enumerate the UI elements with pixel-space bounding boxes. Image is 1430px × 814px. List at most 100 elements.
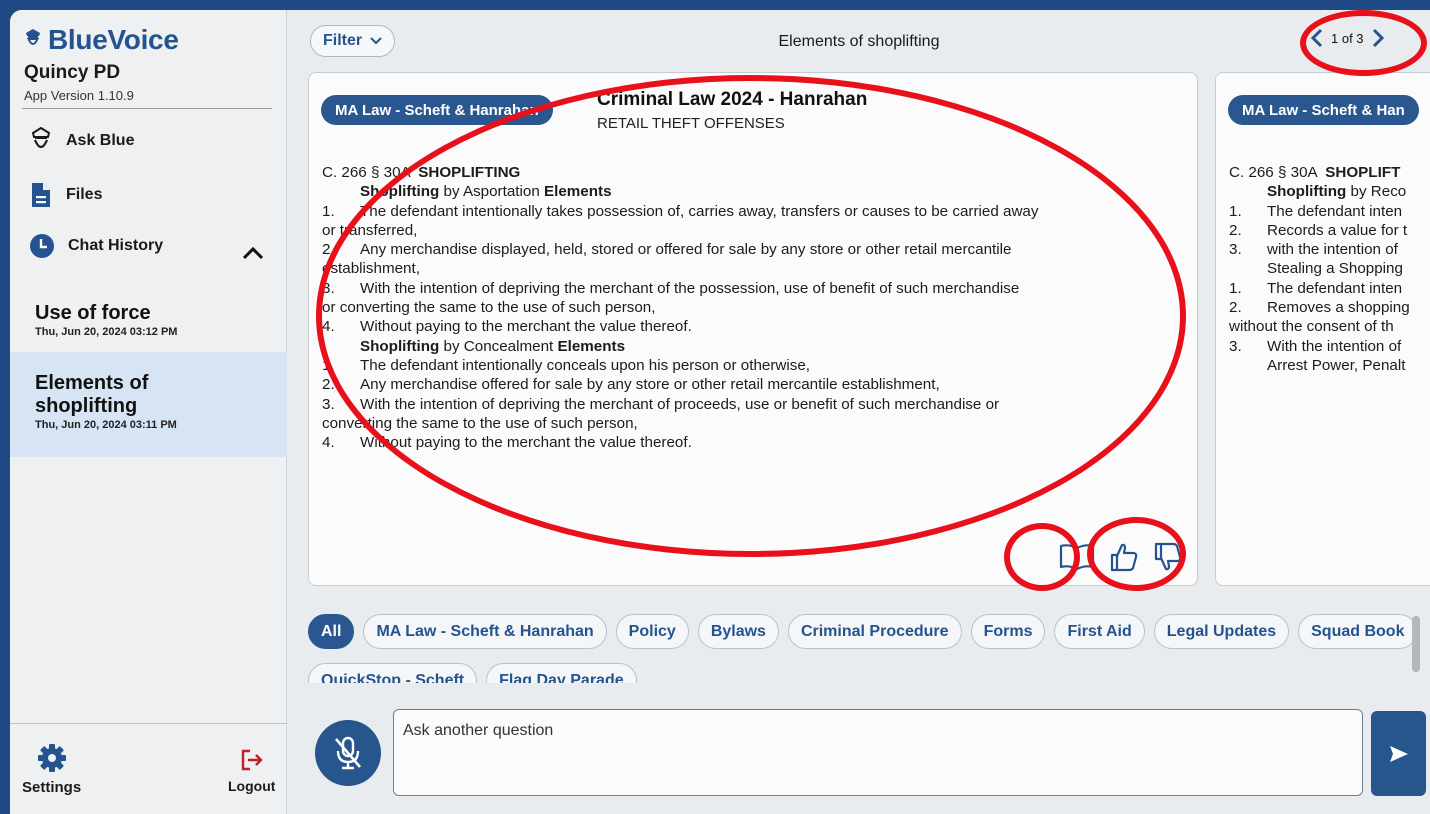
logout-button[interactable]: Logout xyxy=(228,748,275,794)
text-line: 1. The defendant intentionally conceals u… xyxy=(322,356,1192,375)
list-number: 3. xyxy=(1229,241,1242,259)
card-text: C. 266 § 30A SHOPLIFT Shoplifting by Reco… xyxy=(1229,163,1430,375)
thumbs-down-icon[interactable] xyxy=(1153,541,1183,573)
category-chip[interactable]: Legal Updates xyxy=(1153,614,1290,649)
category-chip[interactable]: All xyxy=(308,614,355,649)
list-text: With the intention of depriving the merc… xyxy=(360,279,1020,297)
bold-text: Shoplifting xyxy=(1267,183,1347,201)
category-chip[interactable]: Policy xyxy=(615,614,689,649)
text-line: 4. Without paying to the merchant the val… xyxy=(322,317,1192,336)
text-line: or transferred, xyxy=(322,221,1192,240)
list-text: The defendant inten xyxy=(1267,202,1403,220)
text-line: 3. With the intention of depriving the me… xyxy=(322,279,1192,298)
category-chip[interactable]: Bylaws xyxy=(697,614,779,649)
text-line: Shoplifting by Asportation Elements xyxy=(322,182,1192,201)
text: by Concealment xyxy=(439,337,558,355)
list-number: 3. xyxy=(1229,337,1242,355)
page-indicator: 1 of 3 xyxy=(1331,30,1364,46)
document-title: Criminal Law 2024 - Hanrahan xyxy=(597,89,868,110)
mic-button[interactable] xyxy=(315,720,381,786)
settings-label: Settings xyxy=(22,779,82,796)
file-icon xyxy=(32,183,50,207)
chevron-down-icon xyxy=(370,37,382,45)
thumbs-up-icon[interactable] xyxy=(1109,541,1139,573)
police-icon xyxy=(31,127,51,149)
settings-button[interactable]: Settings xyxy=(22,743,81,796)
police-officer-icon xyxy=(26,29,40,45)
category-chip[interactable]: Forms xyxy=(970,614,1046,649)
category-chip[interactable]: MA Law - Scheft & Hanrahan xyxy=(363,614,607,649)
scrollbar[interactable] xyxy=(1412,616,1420,672)
send-button[interactable] xyxy=(1371,711,1426,796)
text: by Reco xyxy=(1346,183,1407,201)
list-number: 2. xyxy=(1229,221,1242,239)
history-item-active[interactable]: Elements of shoplifting Thu, Jun 20, 202… xyxy=(10,352,287,457)
gear-icon xyxy=(37,744,66,772)
text: by Asportation xyxy=(439,183,544,201)
chevron-up-icon[interactable] xyxy=(242,246,264,260)
category-chip[interactable]: First Aid xyxy=(1054,614,1145,649)
source-chip[interactable]: MA Law - Scheft & Hanrahan xyxy=(321,95,553,125)
list-number: 1. xyxy=(1229,279,1242,297)
filter-button[interactable]: Filter xyxy=(310,25,396,57)
list-number: 4. xyxy=(322,434,335,452)
text-line: 2. Any merchandise offered for sale by an… xyxy=(322,375,1192,394)
open-book-icon[interactable] xyxy=(1059,543,1095,571)
list-text: with the intention of xyxy=(1267,241,1398,259)
category-chip[interactable]: Squad Book xyxy=(1298,614,1418,649)
bold-text: Shoplifting xyxy=(360,337,440,355)
bold-text: SHOPLIFTING xyxy=(418,164,521,181)
card-text: C. 266 § 30A SHOPLIFTING Shoplifting by A… xyxy=(322,163,1192,452)
text-line: or converting the same to the use of suc… xyxy=(322,298,1192,317)
history-title: Use of force xyxy=(35,302,151,324)
list-text: Any merchandise offered for sale by any … xyxy=(360,376,940,394)
list-text: Without paying to the merchant the value… xyxy=(360,318,692,336)
source-chip[interactable]: MA Law - Scheft & Han xyxy=(1228,95,1419,125)
text-line: Arrest Power, Penalt xyxy=(1229,356,1430,375)
text-line: 1. The defendant inten xyxy=(1229,279,1430,298)
text-line: converting the same to the use of such p… xyxy=(322,414,1192,433)
sidebar: BlueVoice Quincy PD App Version 1.10.9 A… xyxy=(10,10,287,814)
text: Arrest Power, Penalt xyxy=(1267,356,1406,374)
bold-text: Elements xyxy=(544,183,612,201)
question-input[interactable] xyxy=(393,709,1363,796)
chevron-right-icon[interactable] xyxy=(1372,28,1384,48)
list-number: 1. xyxy=(322,356,335,374)
conversation-topic: Elements of shoplifting xyxy=(778,33,940,50)
top-bar: Elements of shoplifting Filter 1 of 3 xyxy=(288,10,1430,72)
text-line: Stealing a Shopping xyxy=(1229,259,1430,278)
app-version: App Version 1.10.9 xyxy=(24,88,134,103)
list-number: 1. xyxy=(1229,202,1242,220)
list-text: The defendant intentionally takes posses… xyxy=(360,202,1039,220)
history-item[interactable]: Use of force Thu, Jun 20, 2024 03:12 PM xyxy=(10,292,287,348)
text-line: 4. Without paying to the merchant the val… xyxy=(322,433,1192,452)
document-subtitle: RETAIL THEFT OFFENSES xyxy=(597,115,785,132)
text: or converting the same to the use of suc… xyxy=(322,299,656,317)
app-window: BlueVoice Quincy PD App Version 1.10.9 A… xyxy=(10,10,1430,814)
text: converting the same to the use of such p… xyxy=(322,414,638,432)
text: without the consent of th xyxy=(1229,318,1394,336)
text: establishment, xyxy=(322,260,420,278)
list-text: Removes a shopping xyxy=(1267,299,1410,317)
text-line: Shoplifting by Reco xyxy=(1229,182,1430,201)
text-line: establishment, xyxy=(322,259,1192,278)
source-card: MA Law - Scheft & Hanrahan Criminal Law … xyxy=(308,72,1198,586)
source-card: MA Law - Scheft & Han C. 266 § 30A SHOPL… xyxy=(1215,72,1430,586)
text-line: 1. The defendant intentionally takes poss… xyxy=(322,202,1192,221)
send-icon xyxy=(1389,745,1408,762)
chevron-left-icon[interactable] xyxy=(1311,28,1323,48)
nav-ask-blue[interactable]: Ask Blue xyxy=(30,127,134,155)
text-line: without the consent of th xyxy=(1229,317,1430,336)
text-line: 2. Removes a shopping xyxy=(1229,298,1430,317)
nav-label: Files xyxy=(66,186,103,203)
list-number: 2. xyxy=(322,241,335,259)
history-date: Thu, Jun 20, 2024 03:11 PM xyxy=(35,419,177,431)
nav-chat-history[interactable]: Chat History xyxy=(30,234,163,258)
card-actions xyxy=(1059,541,1183,573)
nav-files[interactable]: Files xyxy=(30,181,102,209)
bold-text: Shoplifting xyxy=(360,183,440,201)
category-chip[interactable]: Criminal Procedure xyxy=(787,614,962,649)
list-text: The defendant inten xyxy=(1267,279,1403,297)
divider xyxy=(10,723,287,724)
text: Stealing a Shopping xyxy=(1267,260,1403,278)
